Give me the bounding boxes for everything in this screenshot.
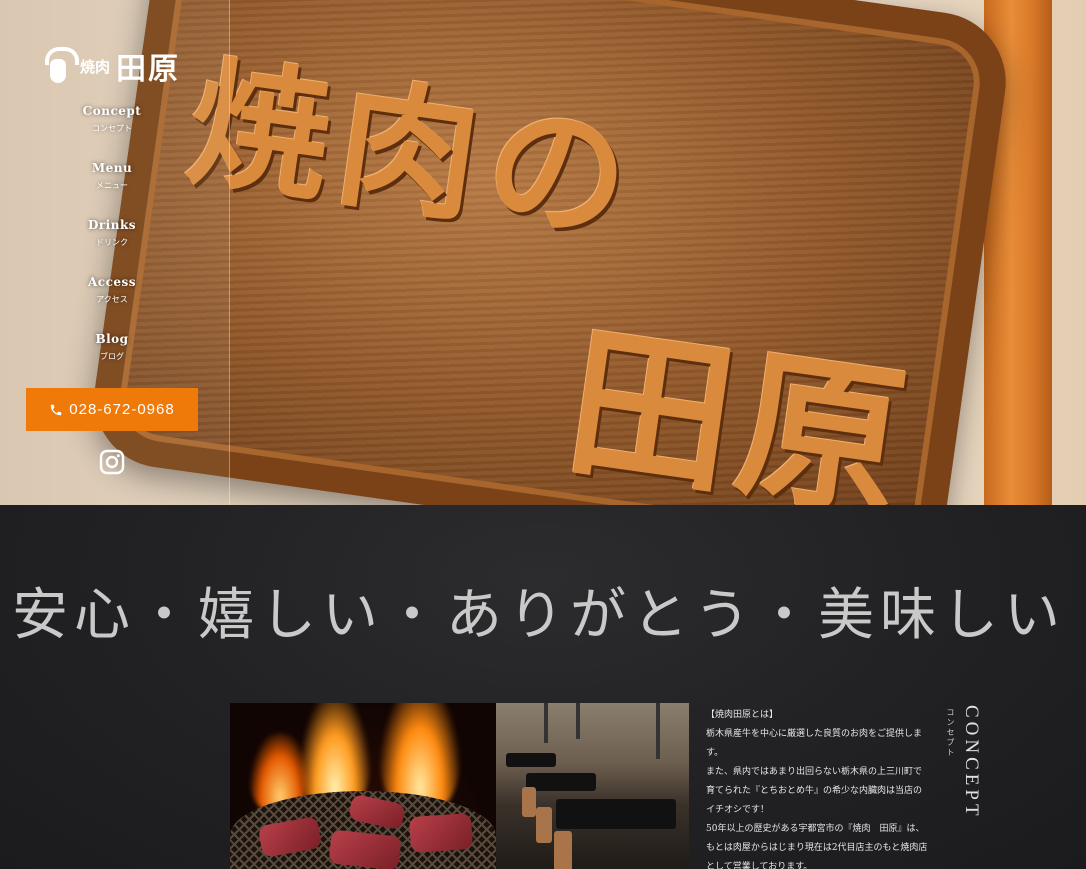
meat-slice (408, 812, 474, 854)
nav-item-menu[interactable]: Menu メニュー (0, 161, 224, 218)
table (506, 753, 556, 767)
nav-item-label: Concept (82, 104, 142, 118)
nav-item-label: Drinks (87, 218, 137, 232)
nav-item-blog[interactable]: Blog ブログ (0, 332, 224, 389)
concept-tagline: 安心・嬉しい・ありがとう・美味しい (12, 583, 1066, 648)
chair (536, 807, 552, 843)
phone-button[interactable]: 028-672-0968 (26, 388, 198, 431)
nav-item-label: Access (87, 275, 137, 289)
phone-number: 028-672-0968 (69, 401, 175, 418)
nav-item-concept[interactable]: Concept コンセプト (0, 104, 224, 161)
nav-item-sublabel: ブログ (100, 352, 124, 361)
main-nav: Concept コンセプト Menu メニュー Drinks ドリンク Acce… (0, 104, 224, 389)
nav-item-sublabel: コンセプト (92, 124, 132, 133)
hero: 焼肉の 田原 焼肉 田原 Concept コンセプト Menu メニュー Dri… (0, 0, 1086, 505)
logo-large-text: 田原 (116, 52, 181, 87)
concept-heading: CONCEPT (961, 705, 982, 820)
interior-photo (496, 703, 689, 869)
exhaust-hood (576, 703, 580, 739)
nav-item-label: Blog (95, 332, 129, 346)
exhaust-hood (544, 703, 548, 743)
meat-slice (328, 829, 402, 869)
exhaust-hood (656, 703, 660, 759)
concept-section: 安心・嬉しい・ありがとう・美味しい 【焼肉田原とは】 栃木県産牛を中心に厳選した… (0, 505, 1086, 869)
sidebar: 焼肉 田原 Concept コンセプト Menu メニュー Drinks ドリン… (0, 0, 230, 505)
concept-paragraph: 【焼肉田原とは】 栃木県産牛を中心に厳選した良質のお肉をご提供します。 また、県… (706, 710, 928, 869)
chair (554, 831, 572, 869)
instagram-icon[interactable] (99, 449, 125, 475)
table (526, 773, 596, 791)
site-logo[interactable]: 焼肉 田原 (42, 44, 180, 88)
nav-item-sublabel: ドリンク (96, 238, 128, 247)
logo-small-text: 焼肉 (80, 57, 111, 76)
grill-photo (230, 703, 496, 869)
concept-description: 【焼肉田原とは】 栃木県産牛を中心に厳選した良質のお肉をご提供します。 また、県… (706, 706, 928, 869)
phone-icon (49, 403, 63, 417)
nav-item-access[interactable]: Access アクセス (0, 275, 224, 332)
nav-item-sublabel: アクセス (96, 295, 128, 304)
nav-item-sublabel: メニュー (96, 181, 128, 190)
chair (522, 787, 536, 817)
bull-logo-icon (42, 47, 79, 85)
concept-heading-ja: コンセプト (946, 708, 955, 758)
table (556, 799, 676, 829)
nav-item-drinks[interactable]: Drinks ドリンク (0, 218, 224, 275)
nav-item-label: Menu (91, 161, 133, 175)
